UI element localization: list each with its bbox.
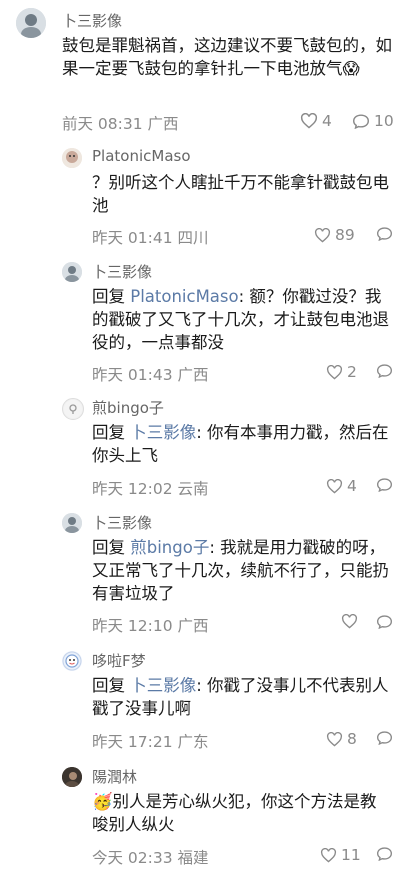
heart-icon [326, 731, 343, 747]
reply-button[interactable]: 10 [352, 112, 394, 130]
like-count: 8 [347, 730, 357, 748]
like-count: 2 [347, 363, 357, 381]
avatar[interactable] [62, 767, 82, 787]
comment-bubble-icon [376, 615, 393, 629]
avatar-photo-icon [16, 8, 46, 38]
reply-meta: 昨天 17:21 广东 [92, 733, 209, 751]
reply-meta: 昨天 12:02 云南 [92, 480, 209, 498]
reply-meta: 今天 02:33 福建 [92, 849, 209, 867]
reply-text: 回复 卜三影像: 你有本事用力戳，然后在你头上飞 [92, 423, 389, 465]
reply-item: 哆啦F梦 回复 卜三影像: 你戳了没事儿不代表别人戳了没事儿啊 昨天 17:21… [0, 644, 406, 762]
reply-item: 卜三影像 回复 PlatonicMaso: 额？你戳过没？我的戳破了又飞了十几次… [0, 258, 406, 388]
mention-link[interactable]: 卜三影像 [130, 676, 196, 695]
reply-meta: 昨天 01:41 四川 [92, 229, 209, 247]
comment-bubble-icon [376, 227, 393, 241]
avatar[interactable] [62, 398, 84, 420]
reply-item: 煎bingo子 回复 卜三影像: 你有本事用力戳，然后在你头上飞 4 昨天 12… [0, 388, 406, 508]
avatar-photo-icon [62, 262, 82, 282]
like-count: 11 [341, 846, 361, 864]
reply-author[interactable]: 陽潤林 [92, 766, 137, 787]
reply-button[interactable] [376, 614, 393, 629]
avatar[interactable] [62, 262, 82, 282]
comment-bubble-icon [376, 847, 393, 861]
reply-author[interactable]: 煎bingo子 [92, 397, 164, 418]
reply-author[interactable]: 卜三影像 [92, 512, 152, 533]
reply-text: 回复 卜三影像: 你戳了没事儿不代表别人戳了没事儿啊 [92, 676, 389, 718]
reply-button[interactable] [376, 477, 393, 492]
like-count: 89 [335, 226, 355, 244]
mention-link[interactable]: 煎bingo子 [130, 538, 209, 557]
heart-icon [326, 478, 343, 494]
reply-meta: 昨天 12:10 广西 [92, 617, 209, 635]
comment-bubble-icon [352, 114, 370, 129]
like-button[interactable]: 4 [326, 477, 357, 495]
avatar-photo-icon [62, 148, 82, 168]
avatar-photo-icon [62, 767, 82, 787]
like-button[interactable] [341, 614, 358, 629]
reply-button[interactable] [376, 730, 393, 745]
avatar-photo-icon [64, 400, 82, 418]
heart-icon [314, 227, 331, 243]
reply-author[interactable]: 哆啦F梦 [92, 650, 146, 671]
heart-icon [326, 364, 343, 380]
reply-text: ？别听这个人瞎扯千万不能拿针戳鼓包电池 [92, 173, 389, 215]
reply-author[interactable]: PlatonicMaso [92, 147, 191, 165]
comment-text: 鼓包是罪魁祸首，这边建议不要飞鼓包的，如果一定要飞鼓包的拿针扎一下电池放气😱 [62, 36, 392, 78]
like-button[interactable]: 89 [314, 226, 355, 244]
reply-text: 回复 PlatonicMaso: 额？你戳过没？我的戳破了又飞了十几次，才让鼓包… [92, 287, 389, 352]
like-button[interactable]: 8 [326, 730, 357, 748]
reply-button[interactable] [376, 363, 393, 378]
heart-icon [300, 113, 318, 129]
comment-bubble-icon [376, 731, 393, 745]
reply-button[interactable] [376, 226, 393, 241]
reply-author[interactable]: 卜三影像 [92, 261, 152, 282]
comment-bubble-icon [376, 364, 393, 378]
like-button[interactable]: 11 [320, 846, 361, 864]
like-button[interactable]: 2 [326, 363, 357, 381]
comment-author[interactable]: 卜三影像 [62, 10, 122, 31]
reply-item: 陽潤林 🥳别人是芳心纵火犯，你这个方法是教唆别人纵火 今天 02:33 福建 1… [0, 762, 406, 878]
comment-main: 卜三影像 鼓包是罪魁祸首，这边建议不要飞鼓包的，如果一定要飞鼓包的拿针扎一下电池… [0, 0, 406, 140]
reply-meta: 昨天 01:43 广西 [92, 366, 209, 384]
like-count: 4 [347, 477, 357, 495]
reply-text: 回复 煎bingo子: 我就是用力戳破的呀，又正常飞了十几次，续航不行了，只能扔… [92, 538, 389, 603]
heart-icon [320, 847, 337, 863]
reply-button[interactable] [376, 846, 393, 861]
avatar-photo-icon [62, 513, 82, 533]
reply-item: PlatonicMaso ？别听这个人瞎扯千万不能拿针戳鼓包电池 昨天 01:4… [0, 140, 406, 258]
mention-link[interactable]: PlatonicMaso [130, 287, 238, 306]
avatar[interactable] [16, 8, 46, 38]
avatar[interactable] [62, 148, 82, 168]
reply-text: 🥳别人是芳心纵火犯，你这个方法是教唆别人纵火 [92, 792, 377, 834]
heart-icon [341, 614, 358, 629]
like-button[interactable]: 4 [300, 112, 332, 130]
comment-bubble-icon [376, 478, 393, 492]
reply-item: 卜三影像 回复 煎bingo子: 我就是用力戳破的呀，又正常飞了十几次，续航不行… [0, 508, 406, 644]
avatar[interactable] [62, 651, 82, 671]
comment-meta: 前天 08:31 广西 [62, 115, 179, 133]
reply-count: 10 [374, 112, 394, 130]
avatar-photo-icon [62, 651, 82, 671]
avatar[interactable] [62, 513, 82, 533]
mention-link[interactable]: 卜三影像 [130, 423, 196, 442]
like-count: 4 [322, 112, 332, 130]
